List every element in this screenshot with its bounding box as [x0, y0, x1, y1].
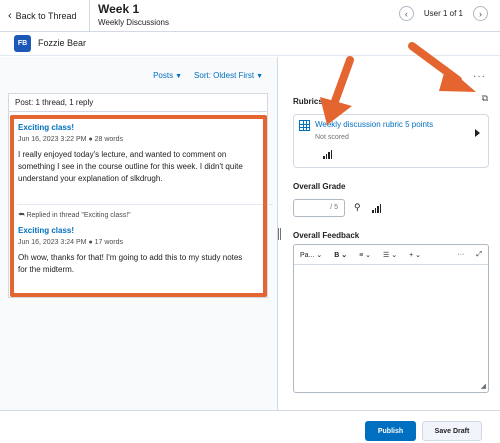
thread-summary: Post: 1 thread, 1 reply [9, 94, 267, 112]
chevron-right-icon: › [479, 8, 482, 19]
ellipsis-icon[interactable]: ··· [473, 71, 486, 82]
resize-grip-icon[interactable]: ◢ [481, 382, 486, 390]
post-body: I really enjoyed today's lecture, and wa… [18, 150, 243, 183]
user-navigation: ‹ User 1 of 1 › [398, 6, 488, 21]
plus-icon: + [409, 251, 414, 259]
posts-filter-dropdown[interactable]: Posts ▼ [153, 71, 182, 80]
overall-grade-label: Overall Grade [293, 182, 346, 191]
student-identity: FB Fozzie Bear [0, 32, 500, 56]
replied-note-text: Replied in thread "Exciting class!" [26, 212, 131, 219]
reply-title-link[interactable]: Exciting class! [18, 226, 253, 235]
post-meta: Jun 16, 2023 3:22 PM ● 28 words [18, 136, 124, 143]
page-subtitle: Weekly Discussions [98, 18, 169, 27]
more-options-icon[interactable]: ··· [457, 251, 464, 258]
avatar: FB [14, 35, 31, 52]
rubrics-label: Rubrics [293, 97, 323, 106]
chevron-left-icon: ‹ [8, 9, 12, 22]
thread-box: Post: 1 thread, 1 reply Exciting class! … [8, 93, 273, 298]
list-icon: ☰ [383, 251, 390, 259]
publish-button[interactable]: Publish [365, 421, 416, 441]
previous-user-button[interactable]: ‹ [398, 6, 414, 21]
paragraph-style-dropdown[interactable]: Pa... ⌄ [300, 251, 322, 259]
page-title-block: Week 1 Weekly Discussions [98, 2, 169, 27]
insert-button[interactable]: + ⌄ [409, 251, 421, 259]
popout-icon[interactable]: ⧉ [482, 93, 488, 104]
expand-arrow-icon[interactable] [475, 129, 480, 137]
post-title-link[interactable]: Exciting class! [18, 123, 253, 132]
student-name: Fozzie Bear [38, 38, 87, 48]
reply-item: ⮪ Replied in thread "Exciting class!" Ex… [18, 212, 253, 276]
fullscreen-icon[interactable]: ⤢ [476, 251, 482, 259]
grade-stats-icon[interactable] [372, 204, 381, 213]
save-draft-button[interactable]: Save Draft [422, 421, 482, 441]
posts-filter-label: Posts [153, 71, 174, 80]
post-divider [17, 204, 273, 205]
bold-button[interactable]: B ⌄ [334, 251, 347, 259]
feedback-editor[interactable]: Pa... ⌄ B ⌄ ≡ ⌄ ☰ ⌄ + ⌄ ··· ⤢ ◢ [293, 244, 489, 393]
panel-resize-handle[interactable] [278, 228, 283, 240]
top-bar: ‹ Back to Thread Week 1 Weekly Discussio… [0, 0, 500, 32]
post-filters: Posts ▼ Sort: Oldest First ▼ [153, 71, 263, 80]
posts-panel: Posts ▼ Sort: Oldest First ▼ Post: 1 threa… [0, 57, 278, 410]
align-icon: ≡ [359, 251, 364, 259]
sort-label: Sort: Oldest First [194, 71, 255, 80]
user-count-label: User 1 of 1 [423, 9, 463, 18]
next-user-button[interactable]: › [473, 6, 488, 21]
bold-label: B [334, 251, 340, 259]
paragraph-style-label: Pa... [300, 251, 315, 259]
overall-feedback-label: Overall Feedback [293, 231, 360, 240]
footer-bar: Publish Save Draft [0, 410, 500, 443]
back-to-thread-button[interactable]: ‹ Back to Thread [8, 8, 77, 24]
key-icon[interactable]: ⚲ [354, 202, 361, 213]
grading-panel: ··· Rubrics ⧉ Weekly discussion rubric 5… [284, 57, 500, 410]
chevron-down-icon: ▼ [256, 73, 263, 80]
rubric-status: Not scored [315, 134, 349, 141]
chevron-down-icon: ▼ [175, 73, 183, 80]
list-button[interactable]: ☰ ⌄ [383, 251, 397, 259]
rubric-name-link[interactable]: Weekly discussion rubric 5 points [315, 120, 433, 129]
sort-dropdown[interactable]: Sort: Oldest First ▼ [194, 71, 263, 80]
editor-toolbar: Pa... ⌄ B ⌄ ≡ ⌄ ☰ ⌄ + ⌄ ··· ⤢ [294, 245, 488, 265]
grade-input[interactable]: / 5 [293, 199, 345, 217]
align-button[interactable]: ≡ ⌄ [359, 251, 371, 259]
rubric-card[interactable]: Weekly discussion rubric 5 points Not sc… [293, 114, 489, 168]
replied-in-thread-note: ⮪ Replied in thread "Exciting class!" [18, 212, 253, 220]
signal-bars-icon [323, 150, 332, 159]
rubric-grid-icon [299, 120, 310, 131]
reply-meta: Jun 16, 2023 3:24 PM ● 17 words [18, 239, 124, 246]
header-divider [89, 0, 90, 32]
page-title: Week 1 [98, 2, 140, 16]
back-to-thread-label: Back to Thread [15, 11, 77, 21]
post-item: Exciting class! Jun 16, 2023 3:22 PM ● 2… [18, 123, 253, 185]
chevron-left-icon: ‹ [404, 8, 408, 19]
reply-body: Oh wow, thanks for that! I'm going to ad… [18, 253, 243, 274]
